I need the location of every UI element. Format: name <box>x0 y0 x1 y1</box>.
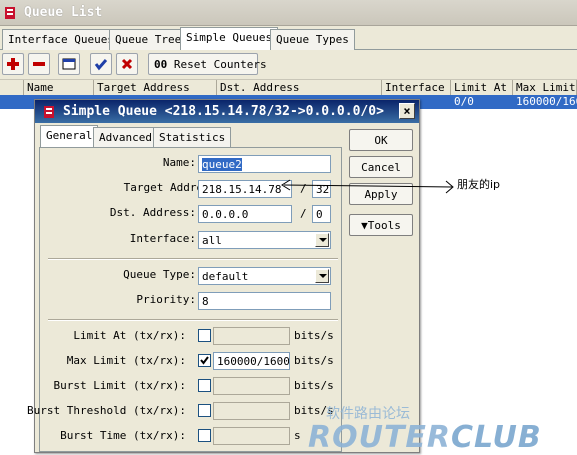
priority-label: Priority: <box>136 293 196 306</box>
limit-at-label: Limit At (tx/rx): <box>73 329 186 342</box>
column-header-blank[interactable] <box>0 80 24 96</box>
max-limit-unit: bits/s <box>294 354 334 367</box>
row-limit-at: 0/0 <box>454 95 474 108</box>
add-button[interactable] <box>2 53 24 75</box>
limit-at-field[interactable] <box>213 327 290 345</box>
burst-limit-field[interactable] <box>213 377 290 395</box>
close-icon[interactable]: × <box>399 103 415 119</box>
queue-type-label: Queue Type: <box>123 268 196 281</box>
reset-counters-label: Reset Counters <box>173 58 267 71</box>
max-limit-field[interactable]: 160000/160000 <box>213 352 290 370</box>
column-header-interface[interactable]: Interface <box>382 80 451 96</box>
watermark-logo: ROUTERCLUB <box>308 420 542 455</box>
tools-button[interactable]: ▼Tools <box>349 214 413 236</box>
queue-type-value: default <box>202 270 249 283</box>
column-header-dst-address[interactable]: Dst. Address <box>217 80 382 96</box>
dst-mask-slash: / <box>300 207 307 220</box>
reset-counters-icon: 00 <box>154 58 168 71</box>
dialog-title: Simple Queue <218.15.14.78/32->0.0.0.0/0… <box>63 104 384 119</box>
burst-limit-checkbox[interactable] <box>198 379 211 392</box>
table-header: Name Target Address Dst. Address Interfa… <box>0 79 577 96</box>
chevron-down-icon[interactable] <box>315 233 329 247</box>
tab-advanced[interactable]: Advanced <box>93 127 158 147</box>
disable-button[interactable] <box>116 53 138 75</box>
dst-address-field[interactable]: 0.0.0.0 <box>198 205 292 223</box>
comment-button[interactable] <box>58 53 80 75</box>
simple-queue-dialog: Simple Queue <218.15.14.78/32->0.0.0.0/0… <box>27 99 420 453</box>
tab-general[interactable]: General <box>40 125 99 148</box>
window-title: Queue List <box>24 5 103 20</box>
name-label: Name: <box>162 156 196 169</box>
tab-statistics[interactable]: Statistics <box>153 127 232 147</box>
interface-label: Interface: <box>129 232 196 245</box>
annotation-arrow <box>281 179 454 194</box>
dst-mask-field[interactable]: 0 <box>312 205 331 223</box>
dialog-titlebar[interactable]: Simple Queue <218.15.14.78/32->0.0.0.0/0… <box>35 100 419 123</box>
queue-type-select[interactable]: default <box>198 267 331 285</box>
column-header-max-limit[interactable]: Max Limit <box>513 80 577 96</box>
priority-field[interactable]: 8 <box>198 292 331 310</box>
reset-counters-button[interactable]: 00 Reset Counters <box>148 53 267 75</box>
dst-address-label: Dst. Address: <box>109 206 196 219</box>
divider <box>48 258 338 260</box>
burst-threshold-field[interactable] <box>213 402 290 420</box>
column-header-target-address[interactable]: Target Address <box>94 80 217 96</box>
enable-button[interactable] <box>90 53 112 75</box>
tab-interface-queues[interactable]: Interface Queues <box>2 29 120 50</box>
burst-limit-unit: bits/s <box>294 379 334 392</box>
interface-select[interactable]: all <box>198 231 331 249</box>
interface-value: all <box>202 234 222 247</box>
tab-simple-queues[interactable]: Simple Queues <box>180 27 279 50</box>
max-limit-checkbox[interactable] <box>198 354 211 367</box>
enable-check-icon <box>94 59 108 71</box>
annotation-label: 朋友的ip <box>457 178 501 191</box>
remove-button[interactable] <box>28 53 50 75</box>
divider <box>48 319 338 321</box>
comment-icon <box>62 58 76 70</box>
ok-button[interactable]: OK <box>349 129 413 151</box>
toolbar: 00 Reset Counters <box>0 50 577 79</box>
column-header-limit-at[interactable]: Limit At <box>451 80 513 96</box>
row-max-limit: 160000/160 <box>516 95 577 108</box>
limit-at-checkbox[interactable] <box>198 329 211 342</box>
limit-at-unit: bits/s <box>294 329 334 342</box>
add-icon <box>7 58 19 70</box>
remove-icon <box>33 62 45 66</box>
burst-time-label: Burst Time (tx/rx): <box>60 429 186 442</box>
max-limit-label: Max Limit (tx/rx): <box>66 354 186 367</box>
burst-limit-label: Burst Limit (tx/rx): <box>53 379 186 392</box>
disable-x-icon <box>121 58 133 70</box>
tab-strip: Interface Queues Queue Tree Simple Queue… <box>0 26 577 50</box>
name-field[interactable]: queue2 <box>198 155 331 173</box>
burst-time-checkbox[interactable] <box>198 429 211 442</box>
burst-threshold-checkbox[interactable] <box>198 404 211 417</box>
app-icon <box>5 7 15 19</box>
check-icon <box>200 356 209 365</box>
burst-time-unit: s <box>294 429 301 442</box>
app-icon <box>44 106 54 118</box>
chevron-down-icon[interactable] <box>315 269 329 283</box>
column-header-name[interactable]: Name <box>24 80 94 96</box>
window-titlebar: Queue List <box>0 0 577 26</box>
burst-time-field[interactable] <box>213 427 290 445</box>
burst-threshold-label: Burst Threshold (tx/rx): <box>27 404 186 417</box>
tab-queue-types[interactable]: Queue Types <box>270 29 355 50</box>
tab-queue-tree[interactable]: Queue Tree <box>109 29 188 50</box>
